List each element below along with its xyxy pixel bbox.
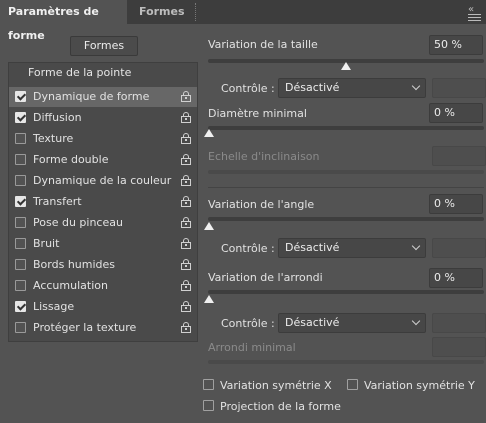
- option-checkbox[interactable]: [15, 133, 26, 144]
- lock-icon[interactable]: [181, 301, 191, 312]
- option-checkbox[interactable]: [15, 259, 26, 270]
- list-item[interactable]: Accumulation: [9, 276, 197, 296]
- roundness-jitter-slider[interactable]: [208, 290, 484, 294]
- option-label: Dynamique de forme: [33, 90, 150, 103]
- option-label: Transfert: [33, 195, 82, 208]
- size-jitter-field[interactable]: 50 %: [429, 35, 483, 55]
- roundness-jitter-label: Variation de l'arrondi: [208, 271, 323, 284]
- tab-brushes[interactable]: Formes: [131, 0, 185, 24]
- size-jitter-label: Variation de la taille: [208, 38, 318, 51]
- chevron-down-icon: [411, 316, 421, 326]
- option-checkbox[interactable]: [15, 238, 26, 249]
- list-item[interactable]: Pose du pinceau: [9, 213, 197, 233]
- min-roundness-slider: [208, 360, 484, 364]
- option-label: Pose du pinceau: [33, 216, 123, 229]
- lock-icon[interactable]: [181, 259, 191, 270]
- roundness-control-value: Désactivé: [285, 316, 340, 329]
- list-item[interactable]: Diffusion: [9, 108, 197, 128]
- chevron-down-icon: [411, 81, 421, 91]
- option-checkbox[interactable]: [15, 322, 26, 333]
- lock-icon[interactable]: [181, 133, 191, 144]
- lock-icon[interactable]: [181, 175, 191, 186]
- brush-tip-shape-item[interactable]: Forme de la pointe: [28, 66, 131, 79]
- list-item[interactable]: Forme double: [9, 150, 197, 170]
- lock-icon[interactable]: [181, 154, 191, 165]
- angle-jitter-label: Variation de l'angle: [208, 198, 315, 211]
- tab-bar-divider: [195, 3, 198, 21]
- option-checkbox[interactable]: [15, 280, 26, 291]
- roundness-control-select[interactable]: Désactivé: [278, 313, 426, 333]
- tilt-scale-label: Echelle d'inclinaison: [208, 150, 320, 163]
- list-item[interactable]: Dynamique de forme: [9, 87, 197, 107]
- lock-icon[interactable]: [181, 217, 191, 228]
- min-diameter-slider[interactable]: [208, 126, 484, 130]
- projection-checkbox[interactable]: [203, 400, 214, 411]
- option-checkbox[interactable]: [15, 112, 26, 123]
- option-label: Lissage: [33, 300, 75, 313]
- lock-icon[interactable]: [181, 91, 191, 102]
- option-checkbox[interactable]: [15, 217, 26, 228]
- option-label: Accumulation: [33, 279, 108, 292]
- min-roundness-field: [432, 337, 486, 357]
- lock-icon[interactable]: [181, 238, 191, 249]
- option-checkbox[interactable]: [15, 91, 26, 102]
- lock-icon[interactable]: [181, 322, 191, 333]
- lock-icon[interactable]: [181, 280, 191, 291]
- option-checkbox[interactable]: [15, 196, 26, 207]
- option-checkbox[interactable]: [15, 175, 26, 186]
- list-item[interactable]: Dynamique de la couleur: [9, 171, 197, 191]
- tilt-scale-field: [432, 146, 486, 166]
- list-item[interactable]: Transfert: [9, 192, 197, 212]
- brushes-button[interactable]: Formes: [70, 36, 138, 56]
- panel-menu-icon[interactable]: [468, 14, 481, 23]
- roundness-control-extra-field: [432, 313, 486, 333]
- roundness-control-label: Contrôle :: [221, 317, 275, 330]
- list-item[interactable]: Texture: [9, 129, 197, 149]
- section-divider: [208, 187, 484, 188]
- option-label: Diffusion: [33, 111, 82, 124]
- roundness-jitter-thumb[interactable]: [204, 295, 214, 303]
- size-control-select[interactable]: Désactivé: [278, 78, 426, 98]
- angle-jitter-thumb[interactable]: [204, 222, 214, 230]
- flip-x-label: Variation symétrie X: [220, 379, 332, 392]
- size-control-label: Contrôle :: [221, 82, 275, 95]
- min-diameter-field[interactable]: 0 %: [429, 103, 483, 123]
- tab-brush-settings[interactable]: Paramètres de forme: [0, 0, 127, 42]
- min-diameter-label: Diamètre minimal: [208, 107, 307, 120]
- roundness-jitter-field[interactable]: 0 %: [429, 268, 483, 288]
- flip-y-label: Variation symétrie Y: [364, 379, 475, 392]
- list-item[interactable]: Bords humides: [9, 255, 197, 275]
- lock-icon[interactable]: [181, 112, 191, 123]
- option-label: Bruit: [33, 237, 60, 250]
- chevron-down-icon: [411, 241, 421, 251]
- size-control-value: Désactivé: [285, 81, 340, 94]
- flip-x-checkbox[interactable]: [203, 379, 214, 390]
- projection-label: Projection de la forme: [220, 400, 341, 413]
- angle-jitter-field[interactable]: 0 %: [429, 194, 483, 214]
- list-item[interactable]: Protéger la texture: [9, 318, 197, 338]
- list-item[interactable]: Lissage: [9, 297, 197, 317]
- angle-control-extra-field: [432, 238, 486, 258]
- flip-y-checkbox[interactable]: [347, 379, 358, 390]
- min-roundness-label: Arrondi minimal: [208, 341, 296, 354]
- angle-control-label: Contrôle :: [221, 242, 275, 255]
- option-label: Forme double: [33, 153, 109, 166]
- list-item[interactable]: Bruit: [9, 234, 197, 254]
- angle-control-value: Désactivé: [285, 241, 340, 254]
- option-label: Dynamique de la couleur: [33, 174, 172, 187]
- angle-control-select[interactable]: Désactivé: [278, 238, 426, 258]
- option-checkbox[interactable]: [15, 301, 26, 312]
- option-label: Texture: [33, 132, 74, 145]
- size-jitter-thumb[interactable]: [341, 62, 351, 70]
- option-checkbox[interactable]: [15, 154, 26, 165]
- min-diameter-thumb[interactable]: [204, 129, 214, 137]
- option-label: Bords humides: [33, 258, 116, 271]
- tilt-scale-slider: [208, 170, 484, 174]
- option-label: Protéger la texture: [33, 321, 137, 334]
- size-control-extra-field: [432, 78, 486, 98]
- lock-icon[interactable]: [181, 196, 191, 207]
- angle-jitter-slider[interactable]: [208, 217, 484, 221]
